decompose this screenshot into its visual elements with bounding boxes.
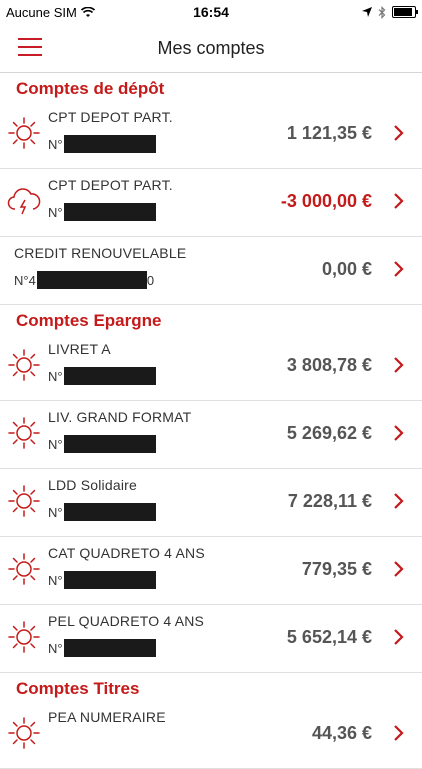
- battery-icon: [392, 6, 418, 18]
- section-title-titres: Comptes Titres: [16, 679, 140, 698]
- carrier-label: Aucune SIM: [6, 4, 77, 20]
- account-balance: 1 121,35 €: [286, 123, 372, 143]
- account-number: N°: [48, 503, 156, 521]
- storm-cloud-icon: [7, 188, 41, 215]
- account-name: LIVRET A: [48, 341, 111, 357]
- account-balance: 44,36 €: [311, 723, 372, 743]
- sun-icon: [8, 417, 40, 449]
- location-icon: [362, 7, 372, 17]
- account-row[interactable]: LIVRET A N° 3 808,78 €: [0, 333, 422, 401]
- wifi-icon: [80, 6, 95, 17]
- account-number: N°: [48, 435, 156, 453]
- account-name: PEL QUADRETO 4 ANS: [48, 613, 205, 629]
- account-number: N°: [48, 135, 156, 153]
- chevron-right-icon[interactable]: [392, 259, 406, 279]
- sun-icon: [8, 717, 40, 749]
- account-number: N°: [48, 203, 156, 221]
- chevron-right-icon[interactable]: [392, 723, 406, 743]
- account-name: CPT DEPOT PART.: [48, 177, 173, 193]
- nav-bar: Mes comptes: [0, 24, 422, 73]
- status-bar: Aucune SIM 16:54: [0, 0, 422, 24]
- menu-icon[interactable]: [18, 38, 42, 56]
- account-name: CREDIT RENOUVELABLE: [14, 245, 187, 261]
- chevron-right-icon[interactable]: [392, 423, 406, 443]
- chevron-right-icon[interactable]: [392, 491, 406, 511]
- chevron-right-icon[interactable]: [392, 559, 406, 579]
- account-balance: 5 269,62 €: [286, 423, 372, 443]
- sun-icon: [8, 621, 40, 653]
- sun-icon: [8, 349, 40, 381]
- account-row[interactable]: CPT DEPOT PART. N° 1 121,35 €: [0, 101, 422, 169]
- account-row[interactable]: PEA NUMERAIRE 44,36 €: [0, 701, 422, 769]
- account-name: LIV. GRAND FORMAT: [48, 409, 192, 425]
- account-name: PEA NUMERAIRE: [48, 709, 166, 725]
- section-title-epargne: Comptes Epargne: [16, 311, 162, 330]
- account-number: N°: [48, 367, 156, 385]
- sun-icon: [8, 485, 40, 517]
- account-name: LDD Solidaire: [48, 477, 137, 493]
- account-row[interactable]: CAT QUADRETO 4 ANS N° 779,35 €: [0, 537, 422, 605]
- account-balance: 5 652,14 €: [286, 627, 372, 647]
- account-balance: 7 228,11 €: [287, 491, 372, 511]
- account-row[interactable]: LIV. GRAND FORMAT N° 5 269,62 €: [0, 401, 422, 469]
- account-number: N°4 0: [14, 271, 155, 289]
- chevron-right-icon[interactable]: [392, 627, 406, 647]
- sun-icon: [8, 117, 40, 149]
- account-row[interactable]: CREDIT RENOUVELABLE N°4 0 0,00 €: [0, 237, 422, 305]
- bluetooth-icon: [378, 5, 386, 19]
- account-number: N°: [48, 571, 156, 589]
- account-row[interactable]: PEL QUADRETO 4 ANS N° 5 652,14 €: [0, 605, 422, 673]
- account-name: CPT DEPOT PART.: [48, 109, 173, 125]
- account-row[interactable]: CPT DEPOT PART. N° -3 000,00 €: [0, 169, 422, 237]
- account-balance: 779,35 €: [301, 559, 372, 579]
- account-balance: 3 808,78 €: [286, 355, 372, 375]
- chevron-right-icon[interactable]: [392, 355, 406, 375]
- chevron-right-icon[interactable]: [392, 123, 406, 143]
- account-name: CAT QUADRETO 4 ANS: [48, 545, 205, 561]
- section-title-depot: Comptes de dépôt: [16, 79, 165, 98]
- chevron-right-icon[interactable]: [392, 191, 406, 211]
- sun-icon: [8, 553, 40, 585]
- account-row[interactable]: LDD Solidaire N° 7 228,11 €: [0, 469, 422, 537]
- account-balance: -3 000,00 €: [280, 191, 372, 211]
- page-title: Mes comptes: [157, 37, 265, 58]
- account-balance: 0,00 €: [321, 259, 372, 279]
- account-number: N°: [48, 639, 156, 657]
